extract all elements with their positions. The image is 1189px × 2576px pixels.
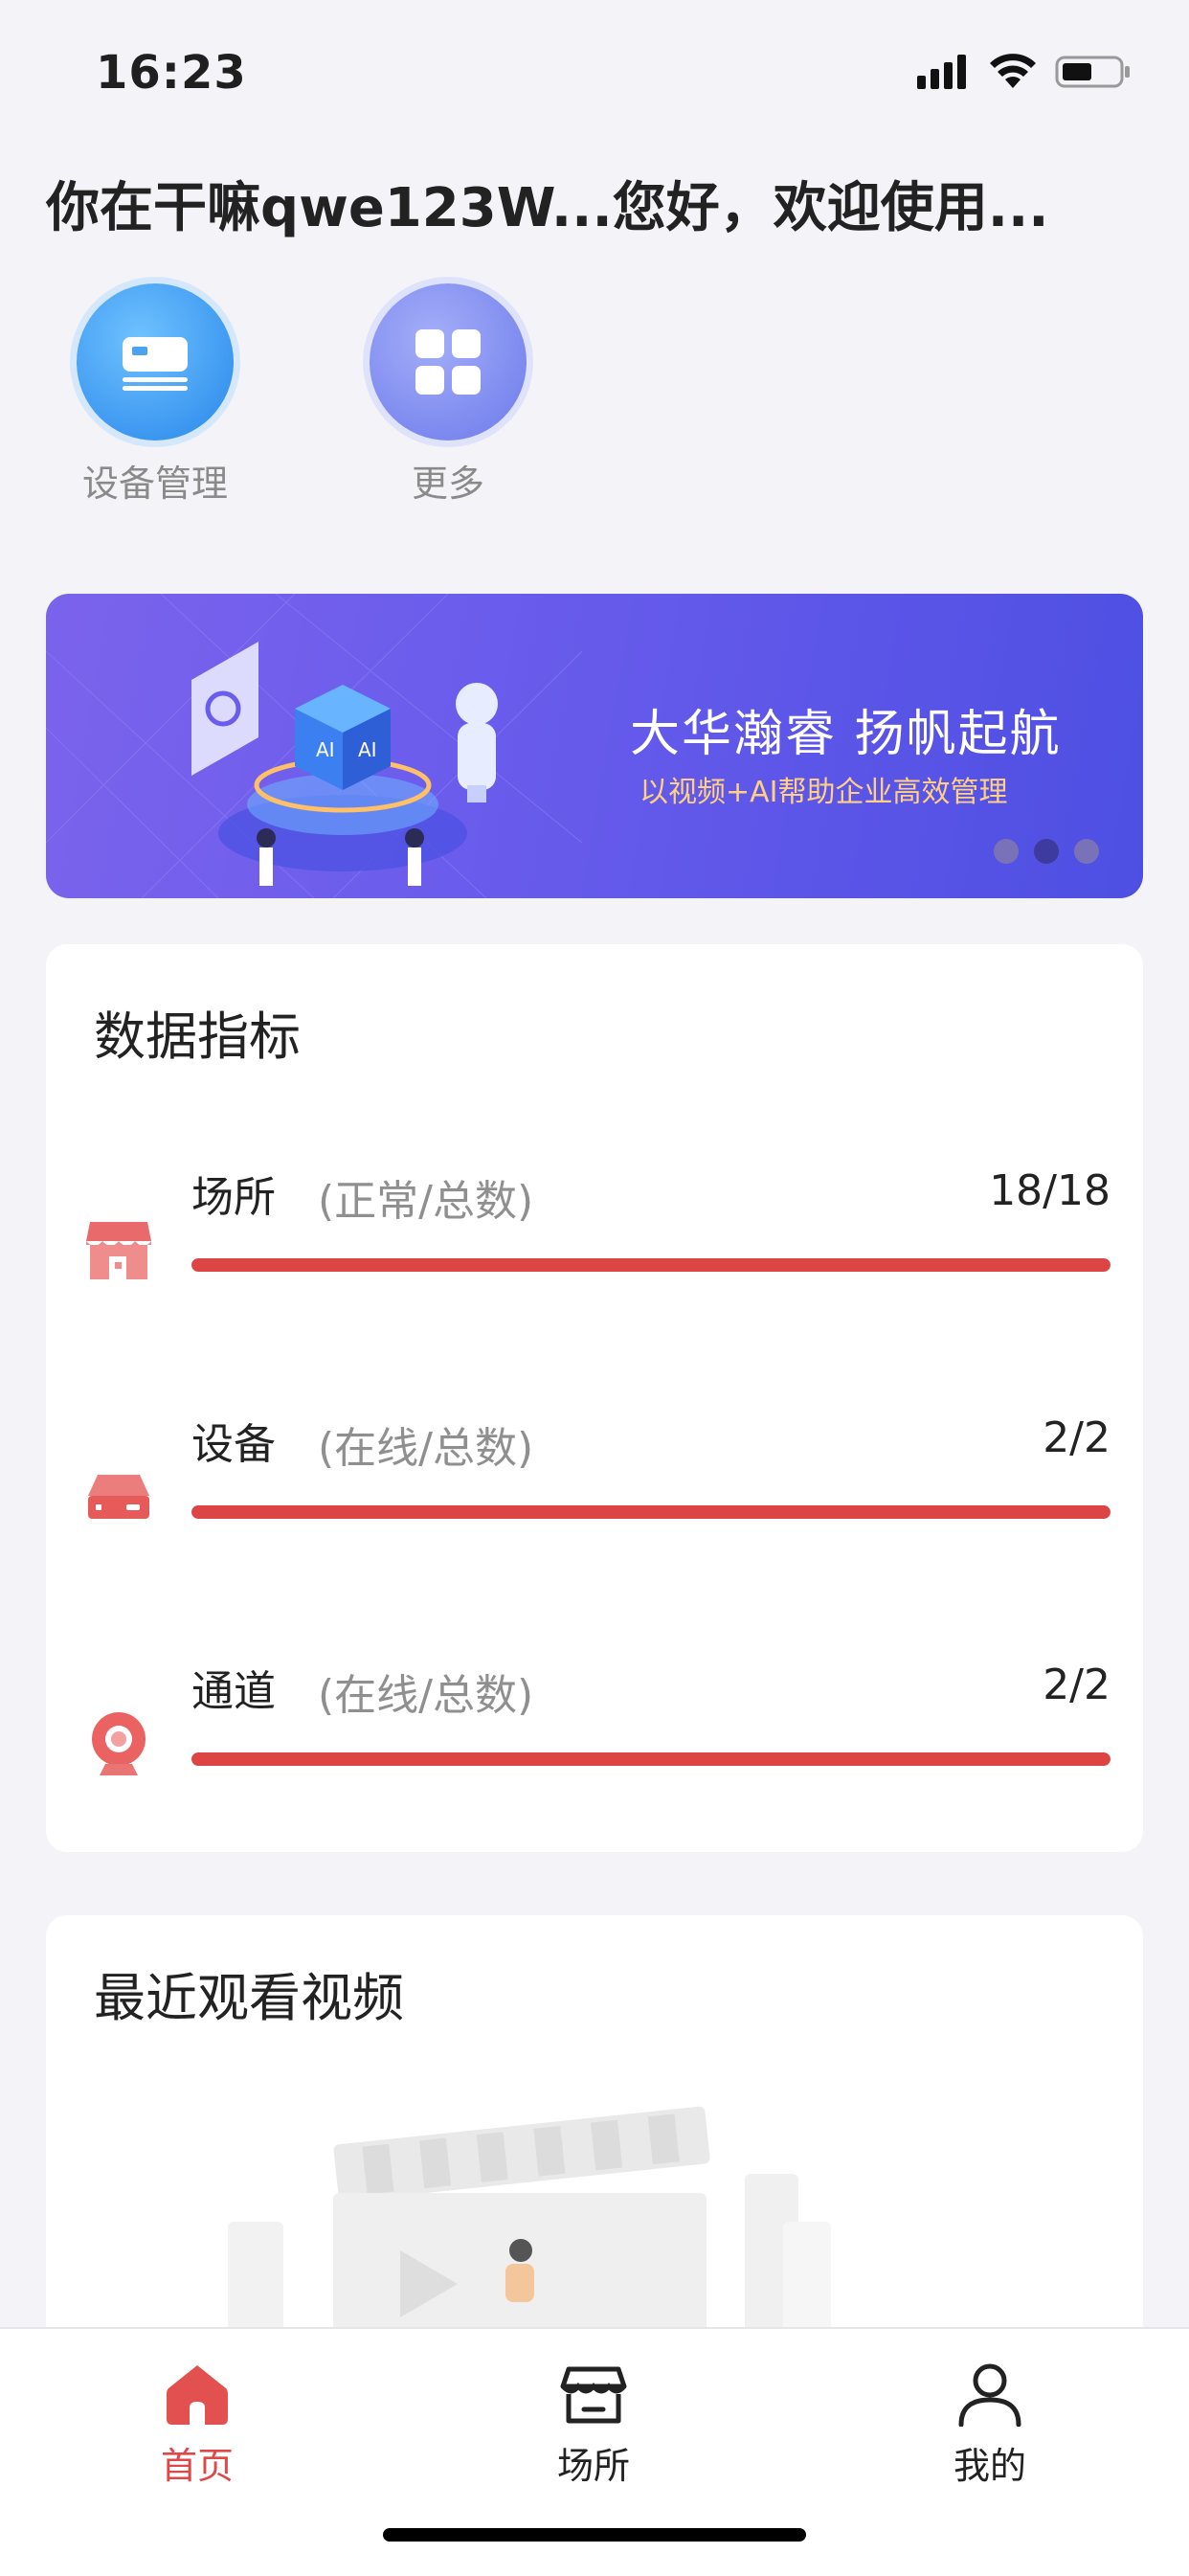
carousel-dots[interactable] [994, 839, 1099, 864]
home-indicator[interactable] [383, 2528, 806, 2542]
tab-label: 我的 [953, 2445, 1026, 2487]
svg-text:AI: AI [316, 738, 335, 761]
metric-hint: (正常/总数) [318, 1177, 534, 1226]
metric-name: 场所 [191, 1173, 276, 1222]
metric-value: 18/18 [989, 1166, 1110, 1215]
signal-icon [917, 55, 966, 89]
quick-action-device-management[interactable]: 设备管理 [59, 283, 251, 507]
ai-illustration: AI AI [46, 594, 582, 898]
battery-icon [1055, 56, 1130, 88]
banner-title: 大华瀚睿 扬帆起航 [630, 706, 1062, 763]
carousel-dot-active[interactable] [1034, 839, 1059, 864]
device-card-icon [77, 283, 234, 441]
store-icon [86, 1222, 151, 1279]
tab-home[interactable]: 首页 [101, 2361, 293, 2489]
status-icons [917, 54, 1132, 90]
metric-row-venues[interactable]: 场所 (正常/总数) 18/18 [46, 1163, 1143, 1354]
wifi-icon [990, 54, 1036, 88]
metric-name: 设备 [191, 1420, 276, 1469]
svg-text:AI: AI [358, 738, 377, 761]
camera-icon [92, 1712, 146, 1775]
tab-profile[interactable]: 我的 [894, 2361, 1086, 2489]
metric-progress-fill [191, 1752, 1110, 1766]
metric-progress-bar [191, 1752, 1110, 1766]
metric-value: 2/2 [1043, 1413, 1110, 1462]
metric-progress-fill [191, 1258, 1110, 1272]
metric-progress-bar [191, 1505, 1110, 1519]
grid-icon [370, 283, 527, 441]
metric-hint: (在线/总数) [318, 1671, 534, 1720]
metric-progress-fill [191, 1505, 1110, 1519]
status-bar: 16:23 [0, 0, 1189, 144]
metrics-card-title: 数据指标 [94, 1006, 301, 1067]
metric-hint: (在线/总数) [318, 1424, 534, 1473]
quick-action-more[interactable]: 更多 [352, 283, 544, 507]
carousel-dot[interactable] [994, 839, 1019, 864]
promo-banner[interactable]: AI AI 大华瀚睿 扬帆起航 以视频+AI帮助企业高效管理 [46, 594, 1143, 898]
carousel-dot[interactable] [1074, 839, 1099, 864]
metric-name: 通道 [191, 1667, 276, 1716]
home-icon [167, 2365, 228, 2425]
banner-subtitle: 以视频+AI帮助企业高效管理 [639, 776, 1008, 809]
metrics-card: 数据指标 场所 (正常/总数) 18/18 设备 (在线/总数) 2/2 通道 … [46, 944, 1143, 1852]
quick-action-label: 设备管理 [81, 463, 228, 505]
server-icon [88, 1475, 149, 1519]
metric-value: 2/2 [1043, 1661, 1110, 1709]
greeting-text: 你在干嘛qwe123W...您好，欢迎使用... [46, 177, 1049, 239]
tab-venues[interactable]: 场所 [498, 2361, 689, 2489]
quick-action-label: 更多 [411, 463, 484, 505]
user-icon [958, 2363, 1021, 2428]
tab-label: 场所 [556, 2445, 630, 2487]
recent-videos-title: 最近观看视频 [94, 1968, 404, 2028]
shop-icon [560, 2366, 627, 2424]
status-time: 16:23 [96, 46, 247, 100]
metric-row-channels[interactable]: 通道 (在线/总数) 2/2 [46, 1657, 1143, 1848]
metric-progress-bar [191, 1258, 1110, 1272]
empty-state-illustration [228, 2106, 831, 2365]
tab-label: 首页 [160, 2445, 234, 2487]
metric-row-devices[interactable]: 设备 (在线/总数) 2/2 [46, 1410, 1143, 1601]
